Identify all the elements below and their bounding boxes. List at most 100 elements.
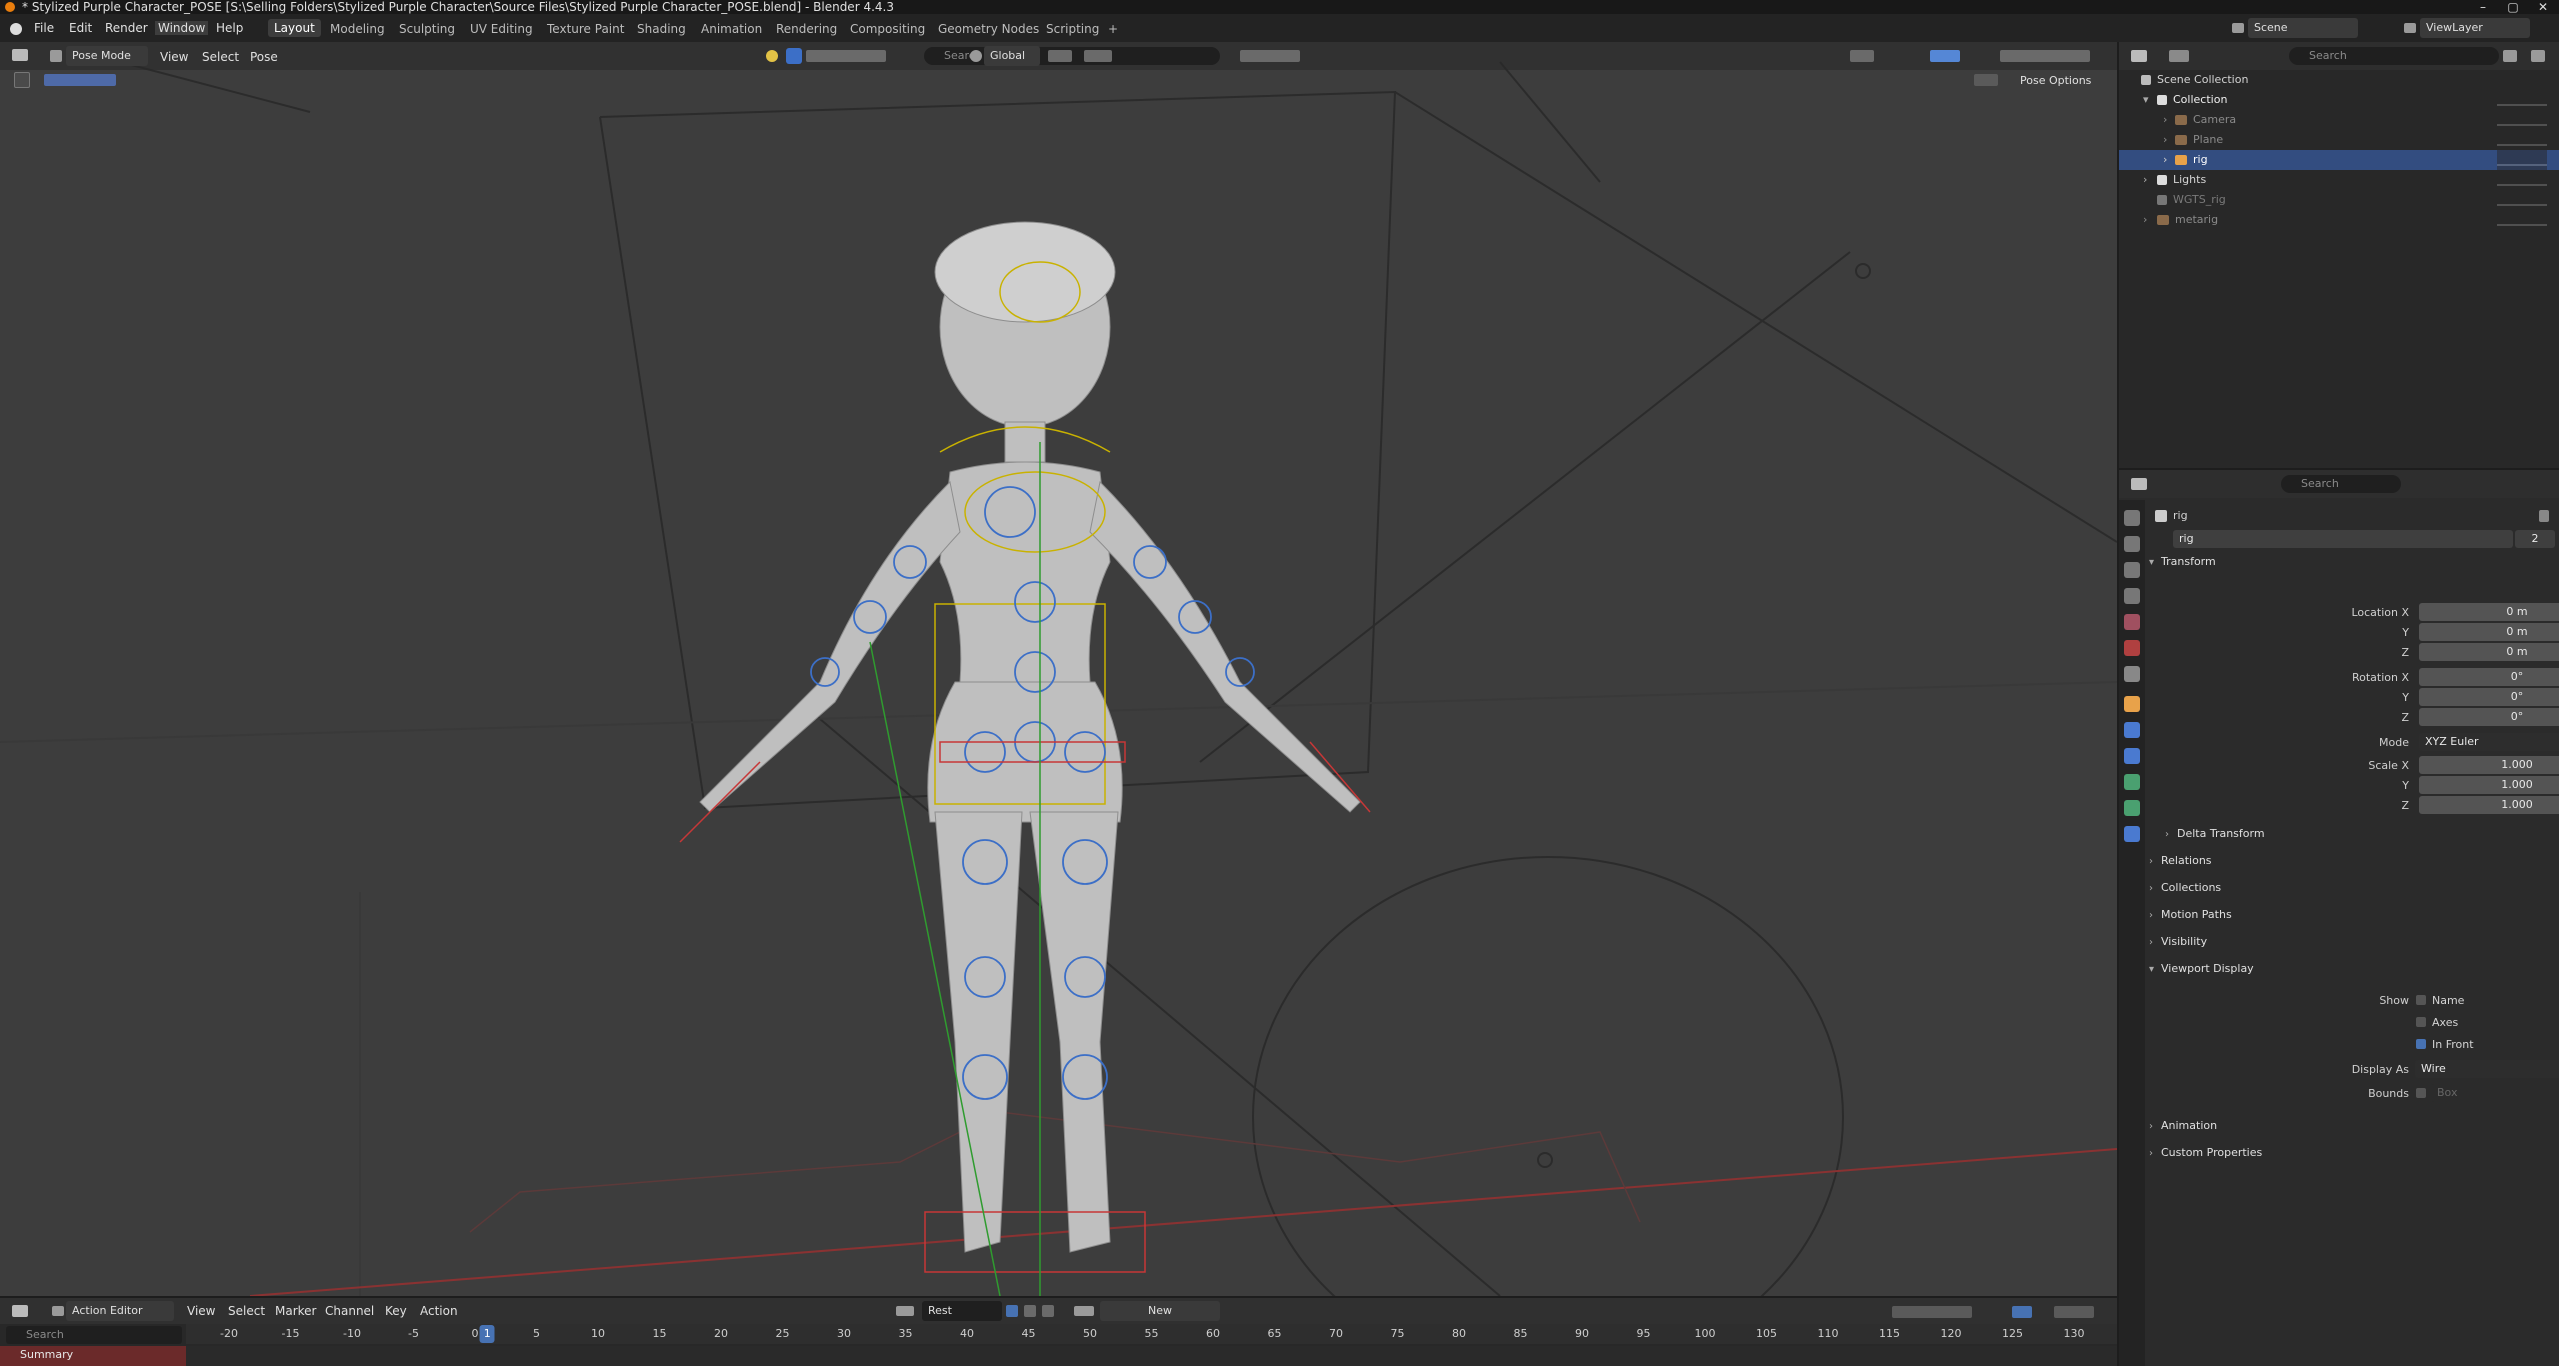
select-mode-icon[interactable] <box>806 50 886 62</box>
timeline-menu-channel[interactable]: Channel <box>325 1304 374 1318</box>
add-workspace-button[interactable]: + <box>1108 22 1118 36</box>
tab-uv-editing[interactable]: UV Editing <box>470 22 533 36</box>
panel-transform[interactable]: ▾ Transform <box>2149 550 2554 574</box>
outliner-row[interactable]: Scene Collection <box>2119 70 2559 90</box>
properties-search-field[interactable]: Search <box>2281 475 2401 493</box>
chevron-right-icon[interactable]: › <box>2143 210 2147 230</box>
render-tab-icon[interactable] <box>2124 536 2140 552</box>
selection-mode-icons[interactable] <box>44 74 116 86</box>
tab-modeling[interactable]: Modeling <box>330 22 385 36</box>
overlay-icon[interactable] <box>1850 50 1874 62</box>
editor-type-icon[interactable] <box>12 1305 28 1317</box>
tab-geometry-nodes[interactable]: Geometry Nodes <box>938 22 1039 36</box>
viewport-search-field[interactable]: Search <box>924 47 1220 65</box>
pose-options-button[interactable]: Pose Options <box>2020 74 2091 87</box>
action-name-field[interactable]: Rest <box>922 1301 1002 1321</box>
chevron-right-icon[interactable]: › <box>2163 130 2167 150</box>
select-box-icon[interactable] <box>786 48 802 64</box>
physics-tab-icon[interactable] <box>2124 748 2140 764</box>
snapping-icon[interactable] <box>2012 1306 2032 1318</box>
tab-texture-paint[interactable]: Texture Paint <box>547 22 624 36</box>
scale-z-field[interactable]: 1.000 <box>2419 796 2559 814</box>
maximize-button[interactable]: ▢ <box>2500 0 2526 14</box>
blender-menu-icon[interactable] <box>10 23 22 35</box>
location-y-field[interactable]: 0 m <box>2419 623 2559 641</box>
constraint-tab-icon[interactable] <box>2124 774 2140 790</box>
minimize-button[interactable]: – <box>2470 0 2496 14</box>
users-count[interactable]: 2 <box>2515 530 2555 548</box>
data-tab-icon[interactable] <box>2124 800 2140 816</box>
collection-tab-icon[interactable] <box>2124 666 2140 682</box>
3d-viewport[interactable]: Pose Mode View Select Pose Search Global… <box>0 42 2117 1296</box>
channel-search-field[interactable]: Search <box>6 1326 182 1344</box>
display-mode-icon[interactable] <box>2169 50 2189 62</box>
outliner-row[interactable]: ▾ Collection <box>2119 90 2559 110</box>
transform-orientation-selector[interactable]: Global <box>984 46 1040 66</box>
rotation-z-field[interactable]: 0° <box>2419 708 2559 726</box>
timeline-menu-view[interactable]: View <box>187 1304 215 1318</box>
viewport-menu-pose[interactable]: Pose <box>250 50 278 64</box>
view-layer-selector[interactable]: ViewLayer <box>2420 18 2530 38</box>
tab-scripting[interactable]: Scripting <box>1046 22 1099 36</box>
world-tab-icon[interactable] <box>2124 640 2140 656</box>
viewport-scene[interactable] <box>0 42 2117 1296</box>
data-name-field[interactable]: rig <box>2173 530 2513 548</box>
gizmo-color-icon[interactable] <box>766 50 778 62</box>
summary-channel[interactable]: Summary <box>0 1346 186 1366</box>
timeline-menu-marker[interactable]: Marker <box>275 1304 316 1318</box>
filter-icon[interactable] <box>2503 50 2517 62</box>
current-frame-indicator[interactable]: 1 <box>479 1325 495 1343</box>
tool-tab-icon[interactable] <box>2124 510 2140 526</box>
outliner-row-selected[interactable]: › rig <box>2119 150 2559 170</box>
panel-relations[interactable]: › Relations <box>2149 849 2554 873</box>
menu-render[interactable]: Render <box>105 21 148 35</box>
shading-icon[interactable] <box>2000 50 2090 62</box>
scale-y-field[interactable]: 1.000 <box>2419 776 2559 794</box>
show-axes-checkbox[interactable] <box>2416 1017 2426 1027</box>
duplicate-icon[interactable] <box>1024 1305 1036 1317</box>
panel-viewport-display[interactable]: ▾ Viewport Display <box>2149 957 2554 981</box>
action-browse-icon[interactable] <box>896 1306 914 1316</box>
rotation-mode-selector[interactable]: XYZ Euler <box>2419 733 2559 751</box>
location-z-field[interactable]: 0 m <box>2419 643 2559 661</box>
chevron-right-icon[interactable]: › <box>2143 170 2147 190</box>
rotation-y-field[interactable]: 0° <box>2419 688 2559 706</box>
object-tab-icon[interactable] <box>2124 696 2140 712</box>
tab-rendering[interactable]: Rendering <box>776 22 837 36</box>
scale-x-field[interactable]: 1.000 <box>2419 756 2559 774</box>
chevron-right-icon[interactable]: › <box>2163 150 2167 170</box>
chevron-down-icon[interactable]: ▾ <box>2143 90 2149 110</box>
modifier-tab-icon[interactable] <box>2124 722 2140 738</box>
menu-window[interactable]: Window <box>155 21 209 35</box>
outliner-editor-icon[interactable] <box>2131 50 2147 62</box>
outliner-row[interactable]: WGTS_rig <box>2119 190 2559 210</box>
panel-visibility[interactable]: › Visibility <box>2149 930 2554 954</box>
in-front-checkbox[interactable] <box>2416 1039 2426 1049</box>
timeline-menu-select[interactable]: Select <box>228 1304 265 1318</box>
filter-icons[interactable] <box>1892 1306 1972 1318</box>
location-x-field[interactable]: 0 m <box>2419 603 2559 621</box>
outliner-row[interactable]: › metarig <box>2119 210 2559 230</box>
chevron-right-icon[interactable]: › <box>2163 110 2167 130</box>
pivot-icon[interactable] <box>1048 50 1072 62</box>
viewport-menu-view[interactable]: View <box>160 50 188 64</box>
summary-row[interactable]: Summary <box>0 1346 2117 1366</box>
rotation-x-field[interactable]: 0° <box>2419 668 2559 686</box>
bounds-checkbox[interactable] <box>2416 1088 2426 1098</box>
tab-animation[interactable]: Animation <box>701 22 762 36</box>
menu-edit[interactable]: Edit <box>69 21 92 35</box>
view-layer-tab-icon[interactable] <box>2124 588 2140 604</box>
viewport-menu-select[interactable]: Select <box>202 50 239 64</box>
scene-tab-icon[interactable] <box>2124 614 2140 630</box>
filter-icon[interactable] <box>1240 50 1300 62</box>
timeline-menu-action[interactable]: Action <box>420 1304 458 1318</box>
editor-type-icon[interactable] <box>12 49 28 61</box>
pose-options-icon[interactable] <box>1974 74 1998 86</box>
tab-sculpting[interactable]: Sculpting <box>399 22 455 36</box>
pin-icon[interactable] <box>2539 510 2549 522</box>
snap-icon[interactable] <box>1084 50 1112 62</box>
outliner-row[interactable]: › Plane <box>2119 130 2559 150</box>
tab-layout[interactable]: Layout <box>268 19 321 37</box>
panel-custom-properties[interactable]: › Custom Properties <box>2149 1141 2554 1165</box>
menu-help[interactable]: Help <box>216 21 243 35</box>
